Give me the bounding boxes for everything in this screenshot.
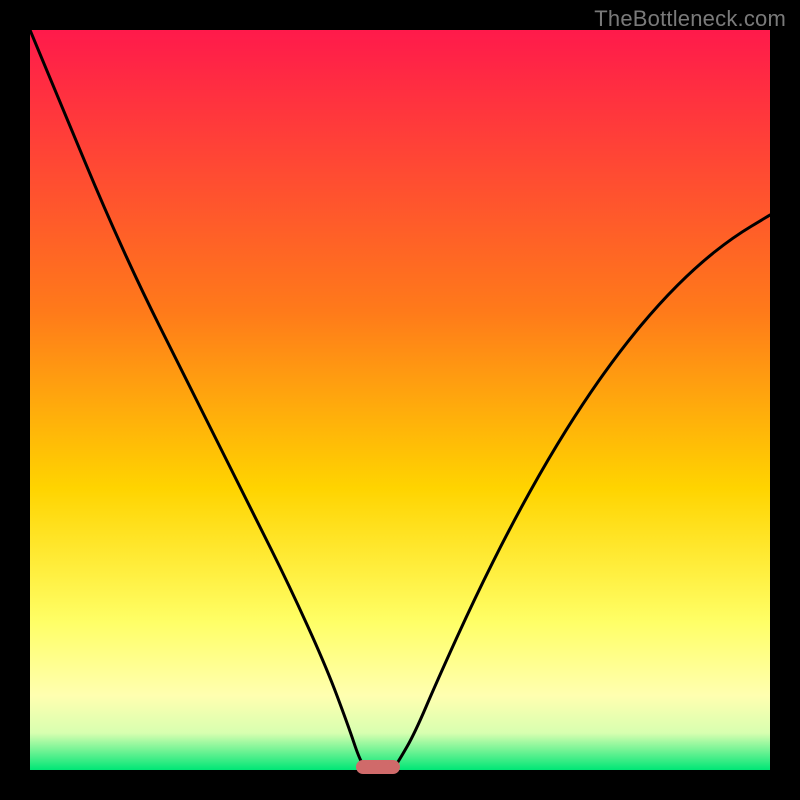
watermark-text: TheBottleneck.com xyxy=(594,6,786,32)
chart-plot-area xyxy=(30,30,770,770)
chart-frame xyxy=(30,30,770,770)
bottleneck-marker xyxy=(356,760,400,774)
